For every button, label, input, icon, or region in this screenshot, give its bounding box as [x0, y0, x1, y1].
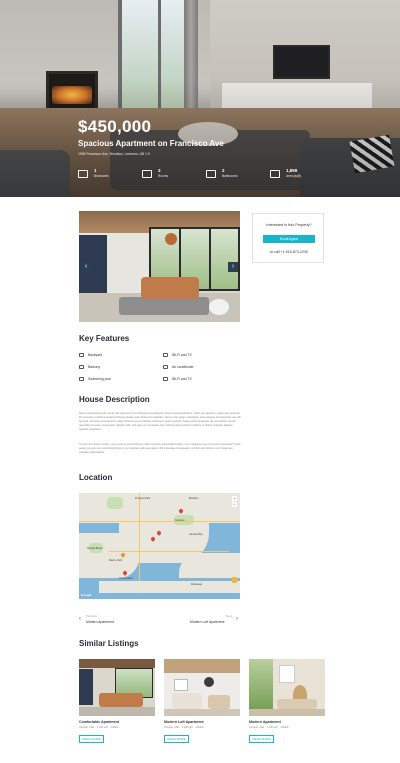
inquiry-title: Interested in this Property?: [266, 223, 312, 227]
prev-post-arrow-icon[interactable]: ‹: [79, 616, 81, 622]
next-post-link[interactable]: Modern Loft Apartment: [190, 620, 225, 624]
property-address: 1965 Francisco Ave, Brooklyn, Lemmon, AB…: [78, 152, 150, 156]
bath-icon: [206, 170, 216, 178]
couch-icon: [142, 170, 152, 178]
listing-location: Chicago, USA: [79, 726, 95, 729]
listing-thumbnail[interactable]: [164, 659, 240, 716]
location-map[interactable]: Prospect Park Jamaica Bay Brooklyn Howar…: [79, 493, 240, 599]
prev-post-link[interactable]: Modern Apartment: [86, 620, 114, 624]
listing-meta: Chicago, USA 1,230 sqft 2 Baths: [79, 726, 122, 729]
listing-area: 1,230 sqft: [182, 726, 193, 729]
agent-phone[interactable]: or call +1 516-873-2230: [253, 250, 325, 254]
tv-icon: [163, 377, 168, 382]
listing-area: 1,230 sqft: [267, 726, 278, 729]
property-price: $450,000: [78, 117, 152, 136]
stat-value: 2: [222, 168, 225, 173]
ac-icon: [163, 365, 168, 370]
listing-baths: 2 Baths: [280, 726, 289, 729]
feature-item: Air conditioner: [163, 365, 194, 370]
feature-label: Wi-Fi and TV: [172, 353, 192, 357]
photo-gallery[interactable]: ‹ ›: [79, 211, 240, 322]
description-paragraph: Sed ut perspiciatis unde omnis iste natu…: [79, 412, 241, 432]
description-heading: House Description: [79, 395, 150, 404]
map-label: Jamaica Bay: [189, 533, 203, 536]
wifi-icon: [163, 353, 168, 358]
street-view-icon[interactable]: [232, 577, 237, 583]
listing-thumbnail[interactable]: [249, 659, 325, 716]
stat-label: Area (sqft): [286, 174, 301, 178]
feature-label: Wi-Fi and TV: [172, 377, 192, 381]
listing-title[interactable]: Modern Apartment: [249, 720, 281, 724]
feature-item: Wi-Fi and TV: [163, 377, 192, 382]
stat-label: Bedrooms: [94, 174, 109, 178]
feature-label: Backyard: [88, 353, 103, 357]
map-zoom-in-button[interactable]: +: [232, 496, 237, 501]
property-title: Spacious Apartment on Francisco Ave: [78, 139, 224, 148]
stat-label: Bathrooms: [222, 174, 238, 178]
map-zoom-out-button[interactable]: −: [232, 502, 237, 507]
map-label: Howard Beach: [87, 547, 103, 550]
listing-title[interactable]: Modern Loft Apartment: [164, 720, 204, 724]
feature-item: Wi-Fi and TV: [163, 353, 192, 358]
stat-label: Rooms: [158, 174, 169, 178]
map-label: Prospect Park: [135, 497, 151, 500]
property-stats: 1 Bedrooms 3 Rooms 2 Bathrooms 1,859 Are…: [78, 168, 302, 182]
location-heading: Location: [79, 473, 113, 482]
listing-location: Chicago, USA: [249, 726, 265, 729]
bed-icon: [78, 170, 88, 178]
map-label: Brooklyn: [189, 497, 199, 500]
prev-post-label: Previous: [86, 614, 97, 618]
stat-value: 1: [94, 168, 97, 173]
listing-thumbnail[interactable]: [79, 659, 155, 716]
feature-item: Swimming pool: [79, 377, 111, 382]
stat-value: 1,859: [286, 168, 298, 173]
area-icon: [270, 170, 280, 178]
listing-title[interactable]: Comfortable Apartment: [79, 720, 119, 724]
backyard-icon: [79, 353, 84, 358]
description-paragraph: Ut enim ad minima veniam, quis nostrum e…: [79, 443, 241, 455]
read-more-button[interactable]: READ MORE: [164, 735, 189, 743]
stat-value: 3: [158, 168, 161, 173]
features-heading: Key Features: [79, 334, 130, 343]
map-label: Canarsie: [175, 519, 185, 522]
map-label: Coney Island: [119, 577, 133, 580]
listing-meta: Chicago, USA 1,230 sqft 2 Baths: [249, 726, 292, 729]
listing-area: 1,230 sqft: [97, 726, 108, 729]
next-post-label: Next: [226, 614, 232, 618]
listing-location: Chicago, USA: [164, 726, 180, 729]
read-more-button[interactable]: READ MORE: [249, 735, 274, 743]
pool-icon: [79, 377, 84, 382]
inquiry-box: Interested in this Property? Email Agent…: [252, 213, 324, 263]
feature-label: Balcony: [88, 365, 101, 369]
map-label: Marine Park: [109, 559, 122, 562]
listing-meta: Chicago, USA 1,230 sqft 2 Baths: [164, 726, 207, 729]
next-post-arrow-icon[interactable]: ›: [236, 616, 238, 622]
similar-heading: Similar Listings: [79, 639, 139, 648]
listing-baths: 2 Baths: [110, 726, 119, 729]
map-brand: Google: [81, 593, 92, 597]
feature-label: Swimming pool: [88, 377, 111, 381]
listing-baths: 2 Baths: [195, 726, 204, 729]
balcony-icon: [79, 365, 84, 370]
email-agent-button[interactable]: Email Agent: [263, 235, 315, 243]
feature-item: Backyard: [79, 353, 103, 358]
property-page: $450,000 Spacious Apartment on Francisco…: [0, 0, 400, 763]
read-more-button[interactable]: READ MORE: [79, 735, 104, 743]
gallery-prev-button[interactable]: ‹: [81, 262, 91, 272]
gallery-next-button[interactable]: ›: [228, 262, 238, 272]
feature-label: Air conditioner: [172, 365, 194, 369]
feature-item: Balcony: [79, 365, 101, 370]
map-label: Rockaway: [191, 583, 203, 586]
